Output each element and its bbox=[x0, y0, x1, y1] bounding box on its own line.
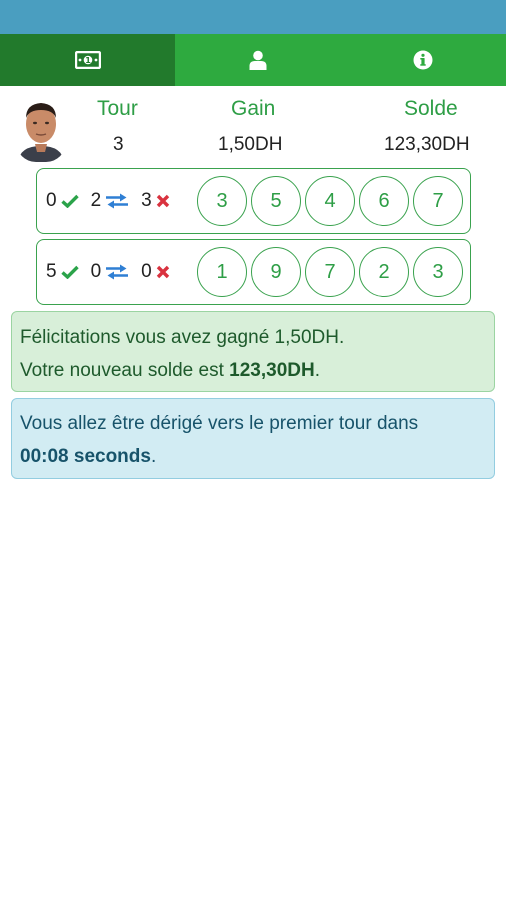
number-ball[interactable]: 7 bbox=[413, 176, 463, 226]
tour-label: Tour bbox=[97, 97, 138, 120]
number-ball[interactable]: 2 bbox=[359, 247, 409, 297]
tab-profile[interactable] bbox=[175, 34, 341, 86]
number-ball[interactable]: 1 bbox=[197, 247, 247, 297]
check-icon bbox=[60, 194, 79, 208]
money-icon: 1 bbox=[74, 51, 101, 69]
number-ball[interactable]: 3 bbox=[413, 247, 463, 297]
cross-icon bbox=[156, 265, 170, 279]
countdown-line: 00:08 seconds. bbox=[20, 440, 486, 473]
success-message: Félicitations vous avez gagné 1,50DH. bbox=[20, 327, 345, 348]
swap-icon bbox=[105, 193, 129, 209]
game-header: Tour Gain Solde 3 1,50DH 123,30DH bbox=[0, 86, 506, 166]
redirect-message: Vous allez être dérigé vers le premier t… bbox=[20, 413, 419, 434]
svg-text:1: 1 bbox=[85, 56, 91, 65]
tab-info[interactable] bbox=[341, 34, 506, 86]
redirect-alert: Vous allez être dérigé vers le premier t… bbox=[11, 398, 495, 479]
number-ball[interactable]: 5 bbox=[251, 176, 301, 226]
avatar bbox=[16, 96, 66, 162]
swap-icon bbox=[105, 264, 129, 280]
number-ball[interactable]: 7 bbox=[305, 247, 355, 297]
gain-value: 1,50DH bbox=[218, 134, 283, 155]
guess-stats: 5 0 0 bbox=[46, 240, 182, 304]
new-balance-amount: 123,30DH bbox=[229, 360, 315, 381]
new-balance-prefix: Votre nouveau solde est bbox=[20, 360, 230, 381]
success-alert: Félicitations vous avez gagné 1,50DH. Vo… bbox=[11, 311, 495, 392]
number-ball[interactable]: 6 bbox=[359, 176, 409, 226]
new-balance-message: Votre nouveau solde est 123,30DH. bbox=[20, 354, 486, 387]
wrong-count: 0 bbox=[141, 261, 152, 282]
cross-icon bbox=[156, 194, 170, 208]
number-ball[interactable]: 4 bbox=[305, 176, 355, 226]
countdown-timer: 00:08 seconds bbox=[20, 446, 151, 467]
tab-game[interactable]: 1 bbox=[0, 34, 175, 86]
status-bar bbox=[0, 0, 506, 34]
gain-label: Gain bbox=[231, 97, 276, 120]
guess-row: 5 0 0 1 9 7 2 3 bbox=[36, 239, 471, 305]
new-balance-suffix: . bbox=[314, 360, 320, 381]
solde-label: Solde bbox=[404, 97, 458, 120]
info-icon bbox=[413, 50, 433, 70]
user-icon bbox=[249, 50, 267, 70]
misplaced-count: 0 bbox=[90, 261, 102, 282]
correct-count: 5 bbox=[46, 261, 57, 282]
wrong-count: 3 bbox=[141, 190, 152, 211]
guess-row: 0 2 3 3 5 4 6 7 bbox=[36, 168, 471, 234]
misplaced-count: 2 bbox=[90, 190, 102, 211]
tab-bar: 1 bbox=[0, 34, 506, 86]
correct-count: 0 bbox=[46, 190, 57, 211]
check-icon bbox=[60, 265, 79, 279]
tour-value: 3 bbox=[113, 134, 124, 155]
number-ball[interactable]: 3 bbox=[197, 176, 247, 226]
number-ball[interactable]: 9 bbox=[251, 247, 301, 297]
countdown-suffix: . bbox=[150, 446, 157, 467]
guess-stats: 0 2 3 bbox=[46, 169, 182, 233]
solde-value: 123,30DH bbox=[384, 134, 470, 155]
